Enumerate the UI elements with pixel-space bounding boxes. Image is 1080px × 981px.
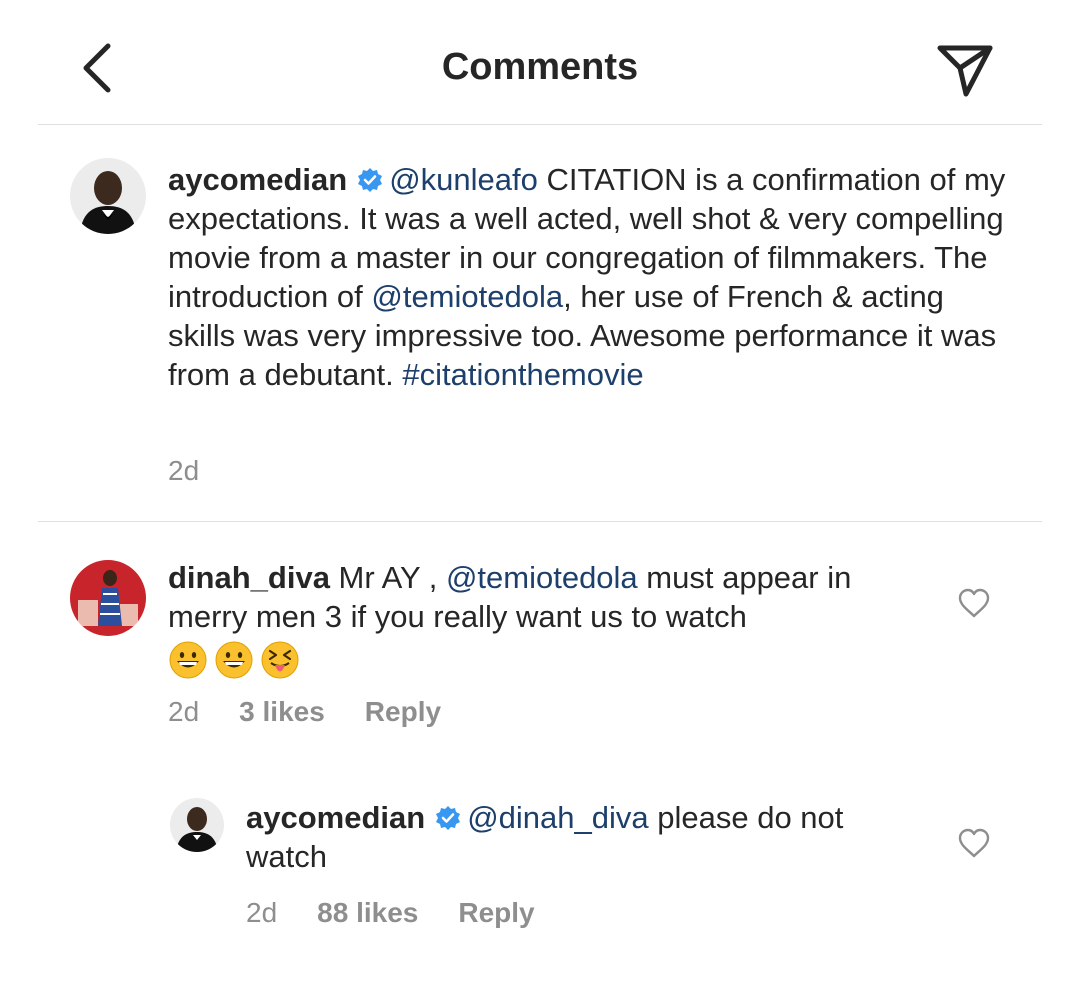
avatar[interactable] <box>70 560 146 636</box>
hashtag-link[interactable]: #citationthemovie <box>402 357 643 392</box>
timestamp: 2d <box>168 696 200 727</box>
avatar[interactable] <box>70 158 146 234</box>
comment-meta: 2d 3 likes Reply <box>168 696 441 728</box>
mention-link[interactable]: @dinah_diva <box>467 800 648 835</box>
page-title: Comments <box>441 46 639 88</box>
reply-button[interactable]: Reply <box>458 897 534 929</box>
mention-link[interactable]: @kunleafo <box>389 162 538 197</box>
squinting-tongue-face-emoji-icon <box>261 641 299 679</box>
verified-badge-icon <box>358 168 383 192</box>
share-send-icon[interactable] <box>936 42 994 98</box>
caption-text: aycomedian @kunleafo CITATION is a confir… <box>168 160 1018 394</box>
timestamp: 2d <box>246 897 278 928</box>
comments-header: Comments <box>0 0 1080 124</box>
comment-username[interactable]: aycomedian <box>246 800 425 835</box>
reply-button[interactable]: Reply <box>365 696 441 728</box>
mention-link[interactable]: @temiotedola <box>446 560 638 595</box>
mention-link[interactable]: @temiotedola <box>371 279 563 314</box>
comment-username[interactable]: dinah_diva <box>168 560 330 595</box>
emoji-row <box>168 640 300 680</box>
reply-meta: 2d 88 likes Reply <box>246 897 535 929</box>
likes-count[interactable]: 3 likes <box>239 696 325 728</box>
verified-badge-icon <box>436 806 461 830</box>
header-divider <box>38 124 1042 125</box>
reply-text: aycomedian @dinah_diva please do not watc… <box>246 798 926 876</box>
caption-meta: 2d <box>168 455 199 487</box>
comment-body-1: Mr AY , <box>329 560 446 595</box>
grinning-face-emoji-icon <box>215 641 253 679</box>
comment-username[interactable]: aycomedian <box>168 162 347 197</box>
grinning-face-emoji-icon <box>169 641 207 679</box>
likes-count[interactable]: 88 likes <box>317 897 418 929</box>
like-heart-icon[interactable] <box>958 828 990 858</box>
like-heart-icon[interactable] <box>958 588 990 618</box>
avatar[interactable] <box>170 798 224 852</box>
comment-text: dinah_diva Mr AY , @temiotedola must app… <box>168 558 928 680</box>
comment-divider <box>38 521 1042 522</box>
timestamp: 2d <box>168 455 200 486</box>
